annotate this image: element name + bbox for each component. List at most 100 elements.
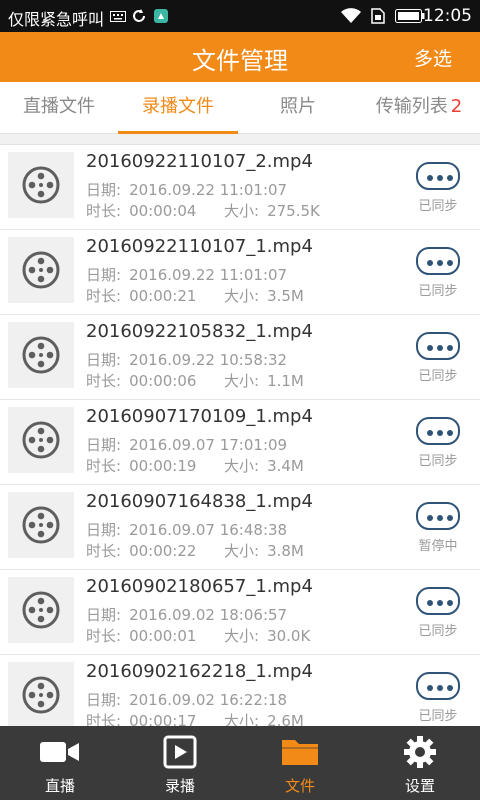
film-reel-icon — [22, 336, 60, 374]
page-title: 文件管理 — [192, 47, 288, 75]
tab-live-files[interactable]: 直播文件 — [0, 82, 118, 134]
file-info-line: 时长: 00:00:19 大小: 3.4M — [86, 455, 304, 476]
play-box-icon — [163, 735, 197, 769]
file-size: 3.5M — [267, 287, 304, 305]
more-options-button[interactable] — [416, 247, 460, 275]
date-label: 日期: — [86, 436, 122, 454]
duration-label: 时长: — [86, 287, 122, 305]
size-label: 大小: — [224, 372, 260, 390]
file-duration: 00:00:19 — [129, 457, 197, 475]
file-date-line: 日期: 2016.09.22 11:01:07 — [86, 264, 287, 285]
date-label: 日期: — [86, 266, 122, 284]
more-dots-icon — [427, 685, 453, 691]
more-dots-icon — [427, 175, 453, 181]
file-size-group: 大小: 275.5K — [224, 200, 320, 221]
file-info-line: 时长: 00:00:04 大小: 275.5K — [86, 200, 320, 221]
file-date-line: 日期: 2016.09.07 17:01:09 — [86, 434, 287, 455]
file-info-line: 时长: 00:00:17 大小: 2.6M — [86, 710, 304, 726]
duration-label: 时长: — [86, 202, 122, 220]
size-label: 大小: — [224, 542, 260, 560]
file-row[interactable]: 20160922105832_1.mp4 日期: 2016.09.22 10:58… — [0, 315, 480, 400]
film-reel-icon — [22, 676, 60, 714]
file-row[interactable]: 20160907164838_1.mp4 日期: 2016.09.07 16:48… — [0, 485, 480, 570]
file-duration: 00:00:22 — [129, 542, 197, 560]
file-row[interactable]: 20160907170109_1.mp4 日期: 2016.09.07 17:01… — [0, 400, 480, 485]
file-size-group: 大小: 30.0K — [224, 625, 310, 646]
more-options-button[interactable] — [416, 672, 460, 700]
tab-photos[interactable]: 照片 — [238, 82, 358, 134]
file-row[interactable]: 20160922110107_1.mp4 日期: 2016.09.22 11:01… — [0, 230, 480, 315]
file-date: 2016.09.22 10:58:32 — [129, 351, 288, 369]
wifi-icon — [341, 8, 361, 23]
file-info-line: 时长: 00:00:06 大小: 1.1M — [86, 370, 304, 391]
file-duration: 00:00:01 — [129, 627, 197, 645]
file-date: 2016.09.02 16:22:18 — [129, 691, 288, 709]
tab-label: 直播文件 — [23, 96, 95, 117]
video-thumbnail — [8, 237, 74, 303]
date-label: 日期: — [86, 521, 122, 539]
duration-label: 时长: — [86, 372, 122, 390]
tab-recorded-files[interactable]: 录播文件 — [118, 82, 238, 134]
file-row[interactable]: 20160902162218_1.mp4 日期: 2016.09.02 16:22… — [0, 655, 480, 726]
more-options-button[interactable] — [416, 162, 460, 190]
file-date: 2016.09.22 11:01:07 — [129, 266, 288, 284]
duration-label: 时长: — [86, 457, 122, 475]
file-duration: 00:00:04 — [129, 202, 197, 220]
file-duration: 00:00:17 — [129, 712, 197, 726]
film-reel-icon — [22, 421, 60, 459]
file-size: 2.6M — [267, 712, 304, 726]
nav-label: 直播 — [44, 777, 75, 795]
file-date-line: 日期: 2016.09.22 10:58:32 — [86, 349, 287, 370]
file-size: 1.1M — [267, 372, 304, 390]
film-reel-icon — [22, 166, 60, 204]
sync-status: 已同步 — [418, 284, 458, 299]
more-dots-icon — [427, 430, 453, 436]
sync-status: 已同步 — [418, 624, 458, 639]
more-options-button[interactable] — [416, 417, 460, 445]
file-date-line: 日期: 2016.09.02 16:22:18 — [86, 689, 287, 710]
file-name: 20160907170109_1.mp4 — [86, 406, 313, 427]
tab-transfer-list[interactable]: 传输列表 2 — [358, 82, 480, 134]
video-thumbnail — [8, 577, 74, 643]
size-label: 大小: — [224, 287, 260, 305]
more-options-button[interactable] — [416, 502, 460, 530]
sync-icon — [133, 9, 145, 22]
more-options-button[interactable] — [416, 587, 460, 615]
nav-live[interactable]: 直播 — [0, 726, 120, 800]
video-thumbnail — [8, 322, 74, 388]
more-options-button[interactable] — [416, 332, 460, 360]
file-date-line: 日期: 2016.09.07 16:48:38 — [86, 519, 287, 540]
file-name: 20160902162218_1.mp4 — [86, 661, 313, 682]
file-row[interactable]: 20160902180657_1.mp4 日期: 2016.09.02 18:06… — [0, 570, 480, 655]
multi-select-button[interactable]: 多选 — [414, 44, 452, 71]
size-label: 大小: — [224, 627, 260, 645]
gear-icon — [404, 736, 436, 768]
carrier-text: 仅限紧急呼叫 — [8, 10, 105, 29]
file-name: 20160922110107_2.mp4 — [86, 151, 313, 172]
nav-files[interactable]: 文件 — [240, 726, 360, 800]
nav-settings[interactable]: 设置 — [360, 726, 480, 800]
nav-recorded[interactable]: 录播 — [120, 726, 240, 800]
video-camera-icon — [40, 742, 79, 762]
clock: 12:05 — [423, 6, 472, 26]
status-bar: 仅限紧急呼叫 12:05 — [0, 0, 480, 32]
list-separator — [0, 134, 480, 145]
file-size-group: 大小: 3.4M — [224, 455, 304, 476]
file-name: 20160922110107_1.mp4 — [86, 236, 313, 257]
file-row[interactable]: 20160922110107_2.mp4 日期: 2016.09.22 11:01… — [0, 145, 480, 230]
file-date: 2016.09.07 17:01:09 — [129, 436, 288, 454]
file-list[interactable]: 20160922110107_2.mp4 日期: 2016.09.22 11:01… — [0, 145, 480, 726]
file-size-group: 大小: 2.6M — [224, 710, 304, 726]
sync-status: 已同步 — [418, 199, 458, 214]
video-thumbnail — [8, 152, 74, 218]
duration-label: 时长: — [86, 712, 122, 726]
file-name: 20160902180657_1.mp4 — [86, 576, 313, 597]
size-label: 大小: — [224, 202, 260, 220]
transfer-count-badge: 2 — [450, 96, 463, 117]
tab-label: 录播文件 — [142, 96, 214, 117]
tab-bar: 直播文件 录播文件 照片 传输列表 2 — [0, 82, 480, 134]
battery-icon — [395, 9, 425, 23]
tab-label: 传输列表 — [375, 96, 448, 117]
duration-label: 时长: — [86, 627, 122, 645]
file-size-group: 大小: 1.1M — [224, 370, 304, 391]
